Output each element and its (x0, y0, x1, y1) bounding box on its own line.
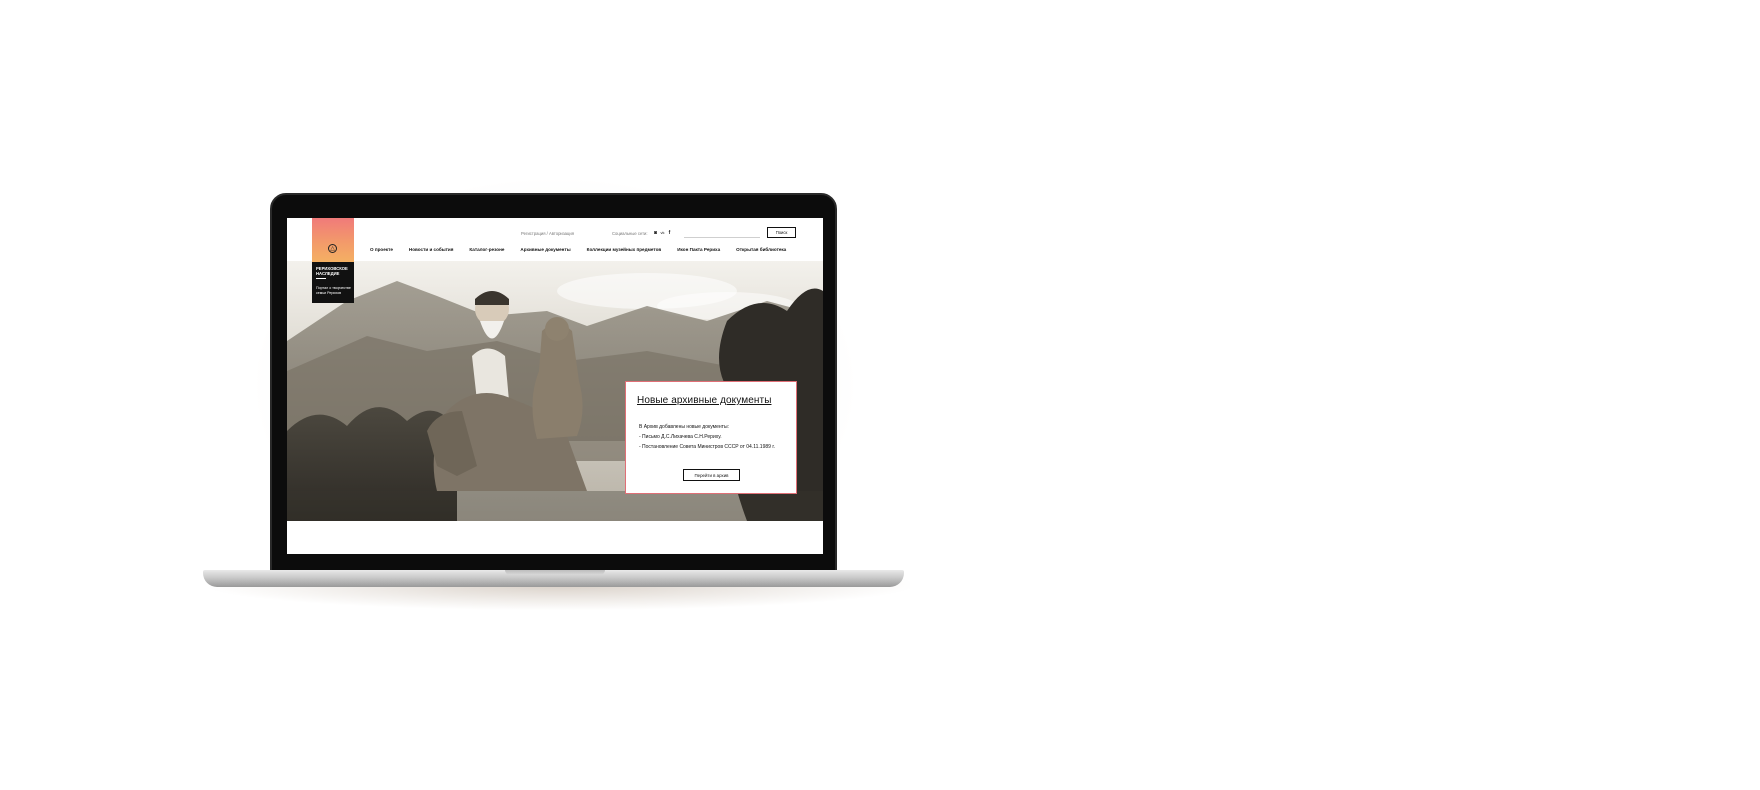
social-icons: ◙ vk f (653, 230, 672, 236)
nav-item-library[interactable]: Открытая библиотека (736, 245, 786, 255)
nav-item-news[interactable]: Новости и события (409, 245, 454, 255)
nav-item-archive[interactable]: Архивные документы (520, 245, 570, 255)
nav-item-about[interactable]: О проекте (370, 245, 393, 255)
laptop-screen: △ Рериховское наследие Портал о творчест… (287, 218, 823, 554)
social-label: Социальные сети: (612, 231, 648, 236)
news-card: Новые архивные документы В Архив добавле… (625, 381, 797, 494)
logo-gradient (312, 218, 354, 262)
laptop-base-notch (505, 570, 605, 575)
facebook-icon[interactable]: f (667, 230, 672, 236)
logo-title: Рериховское наследие (316, 266, 348, 277)
nav-item-pact[interactable]: Икон Пакта Рериха (677, 245, 720, 255)
main-nav: О проекте Новости и события Каталог-резо… (370, 245, 786, 255)
emblem-icon: △ (328, 244, 337, 253)
card-text-line: - Письмо Д.С.Лихачева С.Н.Рериху. (639, 434, 722, 440)
nav-item-collections[interactable]: Коллекции музейных предметов (587, 245, 662, 255)
logo-subtitle: Портал о творчестве семьи Рерихов (316, 286, 351, 295)
logo-divider (316, 278, 326, 279)
hero-banner: Новые архивные документы В Архив добавле… (287, 261, 823, 521)
page-canvas: △ Рериховское наследие Портал о творчест… (0, 0, 1760, 790)
search-input[interactable] (684, 228, 760, 238)
auth-link[interactable]: Регистрация / Авторизация (521, 231, 574, 236)
nav-item-catalogue[interactable]: Каталог-резоне (469, 245, 504, 255)
vk-icon[interactable]: vk (660, 230, 665, 236)
instagram-icon[interactable]: ◙ (653, 230, 658, 236)
card-title[interactable]: Новые архивные документы (637, 395, 771, 406)
search-button[interactable]: Поиск (767, 227, 796, 238)
site-logo[interactable]: △ Рериховское наследие Портал о творчест… (312, 218, 354, 303)
card-text-line: - Постановление Совета Министров СССР от… (639, 444, 775, 450)
card-text-line: В Архив добавлены новые документы: (639, 424, 729, 430)
go-to-archive-button[interactable]: Перейти в архив (683, 469, 740, 481)
